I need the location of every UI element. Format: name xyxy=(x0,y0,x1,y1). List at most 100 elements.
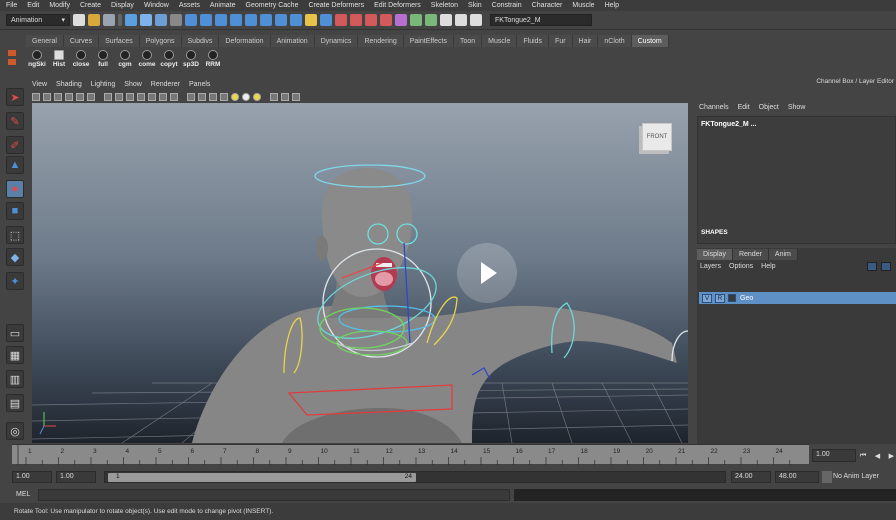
layer-color-swatch[interactable] xyxy=(728,294,736,302)
shelf-tab-animation[interactable]: Animation xyxy=(270,35,315,47)
animation-start-field[interactable]: 1.00 xyxy=(12,471,52,483)
paint-select-tool-icon[interactable]: ✐ xyxy=(6,136,24,154)
camera-attributes-icon[interactable] xyxy=(43,92,51,101)
shelf-menu-icon[interactable] xyxy=(8,50,16,56)
rotate-tool-icon[interactable]: ● xyxy=(6,180,24,198)
shelf-tab-hair[interactable]: Hair xyxy=(572,35,599,47)
menu-edit[interactable]: Edit xyxy=(27,2,39,9)
shelf-tab-deformation[interactable]: Deformation xyxy=(219,35,271,47)
snap-view-plane-icon[interactable] xyxy=(365,14,377,26)
command-input[interactable] xyxy=(38,489,510,501)
xray-joints-icon[interactable] xyxy=(292,92,300,101)
layer-tab-display[interactable]: Display xyxy=(697,249,733,260)
shelf-button-sp3d[interactable]: sp3D xyxy=(180,48,202,72)
render-view-icon[interactable] xyxy=(440,14,452,26)
input-output-icon[interactable] xyxy=(395,14,407,26)
channel-box-object-name[interactable]: FKTongue2_M ... xyxy=(701,121,756,128)
shelf-button-ngski[interactable]: ngSki xyxy=(26,48,48,72)
panel-menu-view[interactable]: View xyxy=(32,81,47,88)
history-icon[interactable] xyxy=(410,14,422,26)
shelf-button-copyt[interactable]: copyt xyxy=(158,48,180,72)
gate-mask-icon[interactable] xyxy=(137,92,145,101)
save-scene-icon[interactable] xyxy=(103,14,115,26)
select-misc-icon[interactable] xyxy=(290,14,302,26)
textured-icon[interactable] xyxy=(220,92,228,101)
grease-pencil-icon[interactable] xyxy=(87,92,95,101)
anim-layer-label[interactable]: No Anim Layer xyxy=(833,473,879,480)
new-layer-icon[interactable] xyxy=(867,262,877,271)
selected-object-field[interactable]: FKTongue2_M xyxy=(490,14,592,26)
select-deformations-icon[interactable] xyxy=(245,14,257,26)
safe-action-icon[interactable] xyxy=(159,92,167,101)
single-perspective-layout-icon[interactable]: ▭ xyxy=(6,324,24,342)
time-slider[interactable]: 1 2 3 4 5 6 7 8 9 10 11 12 13 14 15 16 17 18 19 20 21 22 23 24 xyxy=(12,444,809,465)
menu-animate[interactable]: Animate xyxy=(210,2,236,9)
new-scene-icon[interactable] xyxy=(73,14,85,26)
shelf-tab-custom[interactable]: Custom xyxy=(631,35,669,47)
current-frame-field[interactable]: 1.00 xyxy=(812,449,856,462)
panel-menu-renderer[interactable]: Renderer xyxy=(151,81,180,88)
shelf-tab-polygons[interactable]: Polygons xyxy=(139,35,182,47)
bookmarks-icon[interactable] xyxy=(54,92,62,101)
field-chart-icon[interactable] xyxy=(148,92,156,101)
shadows-icon[interactable] xyxy=(242,92,250,101)
layer-menu-help[interactable]: Help xyxy=(761,263,775,270)
use-all-lights-icon[interactable] xyxy=(231,92,239,101)
play-forward-icon[interactable]: ▶ xyxy=(889,452,894,460)
lock-selection-icon[interactable] xyxy=(170,14,182,26)
layer-tab-anim[interactable]: Anim xyxy=(768,249,798,260)
animation-end-field[interactable]: 48.00 xyxy=(775,471,819,483)
layer-menu-layers[interactable]: Layers xyxy=(700,263,721,270)
ambient-occlusion-icon[interactable] xyxy=(253,92,261,101)
layer-reference-toggle[interactable]: R xyxy=(715,293,725,303)
select-camera-icon[interactable] xyxy=(32,92,40,101)
panel-menu-shading[interactable]: Shading xyxy=(56,81,82,88)
universal-manipulator-icon[interactable]: ⬚ xyxy=(6,226,24,244)
playback-start-field[interactable]: 1.00 xyxy=(56,471,96,483)
menu-edit-deformers[interactable]: Edit Deformers xyxy=(374,2,421,9)
four-view-layout-icon[interactable]: ▦ xyxy=(6,346,24,364)
show-manipulator-icon[interactable]: ✦ xyxy=(6,272,24,290)
select-dynamics-icon[interactable] xyxy=(260,14,272,26)
go-to-start-icon[interactable]: ⏮ xyxy=(860,452,866,460)
resolution-gate-icon[interactable] xyxy=(126,92,134,101)
menu-skeleton[interactable]: Skeleton xyxy=(431,2,458,9)
view-cube[interactable]: FRONT xyxy=(638,119,674,153)
menu-modify[interactable]: Modify xyxy=(49,2,70,9)
menu-create-deformers[interactable]: Create Deformers xyxy=(308,2,364,9)
cb-menu-channels[interactable]: Channels xyxy=(699,104,729,111)
select-rendering-icon[interactable] xyxy=(275,14,287,26)
shelf-button-hist[interactable]: Hist xyxy=(48,48,70,72)
shelf-tab-surfaces[interactable]: Surfaces xyxy=(99,35,140,47)
scale-tool-icon[interactable]: ■ xyxy=(6,202,24,220)
shelf-tab-general[interactable]: General xyxy=(26,35,64,47)
shelf-tab-fur[interactable]: Fur xyxy=(549,35,573,47)
shelf-tab-painteffects[interactable]: PaintEffects xyxy=(403,35,454,47)
perspective-viewport[interactable]: FRONT xyxy=(32,103,688,443)
wireframe-icon[interactable] xyxy=(187,92,195,101)
shelf-tab-fluids[interactable]: Fluids xyxy=(517,35,550,47)
new-layer-selected-icon[interactable] xyxy=(881,262,891,271)
menu-file[interactable]: File xyxy=(6,2,17,9)
select-tool-icon[interactable]: ➤ xyxy=(6,88,24,106)
shelf-tab-curves[interactable]: Curves xyxy=(63,35,100,47)
menu-create[interactable]: Create xyxy=(80,2,101,9)
cb-menu-object[interactable]: Object xyxy=(759,104,779,111)
move-tool-icon[interactable]: ▲ xyxy=(6,156,24,174)
shelf-tab-subdivs[interactable]: Subdivs xyxy=(181,35,220,47)
isolate-select-icon[interactable] xyxy=(270,92,278,101)
menu-character[interactable]: Character xyxy=(532,2,563,9)
snap-grid-icon[interactable] xyxy=(320,14,332,26)
select-surfaces-icon[interactable] xyxy=(230,14,242,26)
shelf-button-come[interactable]: come xyxy=(136,48,158,72)
menu-constrain[interactable]: Constrain xyxy=(492,2,522,9)
shelf-button-rrm[interactable]: RRM xyxy=(202,48,224,72)
layer-menu-options[interactable]: Options xyxy=(729,263,753,270)
snap-point-icon[interactable] xyxy=(350,14,362,26)
snap-curve-icon[interactable] xyxy=(335,14,347,26)
shelf-tabs-icon[interactable] xyxy=(8,59,16,65)
select-joints-icon[interactable] xyxy=(200,14,212,26)
render-settings-icon[interactable] xyxy=(470,14,482,26)
safe-title-icon[interactable] xyxy=(170,92,178,101)
persp-graph-layout-icon[interactable]: ▤ xyxy=(6,394,24,412)
